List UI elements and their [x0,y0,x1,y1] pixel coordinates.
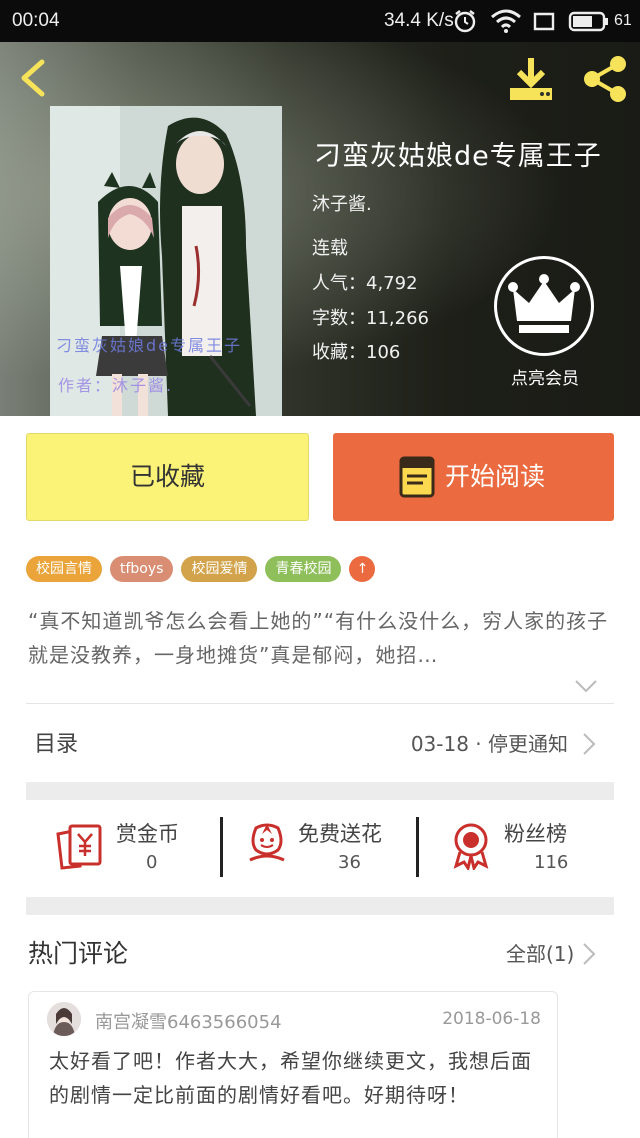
start-reading-label: 开始阅读 [445,462,546,491]
chevron-down-icon[interactable] [574,678,598,694]
tag-list: 校园言情 tfboys 校园爱情 青春校园 ↑ [26,556,376,582]
book-popularity: 人气：4,792 [312,273,418,294]
book-status: 连载 [312,238,348,259]
cover-illustration [50,106,282,416]
chevron-right-icon [583,733,596,755]
comment-text: 太好看了吧！作者大大，希望你继续更文，我想后面的剧情一定比前面的剧情好看吧。好期… [49,1049,532,1107]
fan-ranking-item[interactable]: 粉丝榜 116 [422,812,618,882]
reward-coins-value: 0 [146,852,158,873]
vip-button[interactable] [494,256,594,356]
more-tags-button[interactable]: ↑ [349,556,376,582]
avatar[interactable] [47,1002,81,1036]
start-reading-button[interactable]: 开始阅读 [333,433,614,521]
book-title: 刁蛮灰姑娘de专属王子 [314,141,602,172]
reward-coins-item[interactable]: 赏金币 0 [30,812,226,882]
battery-icon [568,11,608,32]
tag-item[interactable]: 校园爱情 [181,556,258,582]
status-bar: 00:04 34.4 K/s 61 [0,0,640,42]
alarm-icon [454,10,476,33]
tag-item[interactable]: 青春校园 [265,556,342,582]
toc-latest-chapter: 03-18 · 停更通知 [410,732,568,756]
status-time: 00:04 [12,10,60,31]
comment-date: 2018-06-18 [442,1009,541,1029]
tag-item[interactable]: tfboys [110,556,174,582]
network-speed: 34.4 K/s [384,10,454,31]
hot-comments-title: 热门评论 [28,939,129,968]
battery-level: 61 [614,12,632,29]
medal-icon [453,823,489,870]
book-author[interactable]: 沐子酱. [312,190,372,216]
free-flowers-item[interactable]: 免费送花 36 [226,812,422,882]
comment-username[interactable]: 南宫凝雪6463566054 [95,1008,282,1034]
download-button[interactable] [506,54,556,104]
vip-label[interactable]: 点亮会员 [492,364,598,389]
cover-title-text: 刁蛮灰姑娘de专属王子 [56,336,243,355]
reward-coins-label: 赏金币 [116,822,179,846]
book-header: 刁蛮灰姑娘de专属王子 作者：沐子酱. 刁蛮灰姑娘de专属王子 沐子酱. 连载 … [0,42,640,416]
user-avatar-image [47,1002,81,1036]
comment-card[interactable]: 南宫凝雪6463566054 2018-06-18 太好看了吧！作者大大，希望你… [28,991,558,1138]
book-word-count: 字数：11,266 [312,308,429,329]
book-icon [399,456,435,498]
favorited-button[interactable]: 已收藏 [26,433,309,521]
section-gap [26,782,614,800]
fan-ranking-label: 粉丝榜 [504,822,567,846]
share-button[interactable] [580,54,630,104]
chevron-right-icon [583,943,596,965]
stat-separator [220,817,223,877]
cover-author-text: 作者：沐子酱. [58,376,174,395]
book-cover[interactable]: 刁蛮灰姑娘de专属王子 作者：沐子酱. [50,106,282,416]
book-intro: “真不知道凯爷怎么会看上她的”“有什么没什么，穷人家的孩子就是没教养，一身地摊货… [28,609,609,667]
wifi-icon [491,9,521,33]
fan-ranking-value: 116 [534,852,569,873]
divider [26,703,614,704]
book-favorites: 收藏：106 [312,342,401,363]
crown-icon [508,274,580,333]
section-gap [26,897,614,915]
all-comments-label: 全部(1) [506,942,575,966]
sim-signal-icon [533,12,555,31]
free-flowers-value: 36 [338,852,361,873]
toc-label: 目录 [34,732,79,757]
tag-item[interactable]: 校园言情 [26,556,102,582]
red-envelope-icon [56,824,102,870]
free-flowers-label: 免费送花 [298,822,382,846]
back-button[interactable] [14,56,54,100]
stat-separator [416,817,419,877]
flower-icon [249,823,285,862]
